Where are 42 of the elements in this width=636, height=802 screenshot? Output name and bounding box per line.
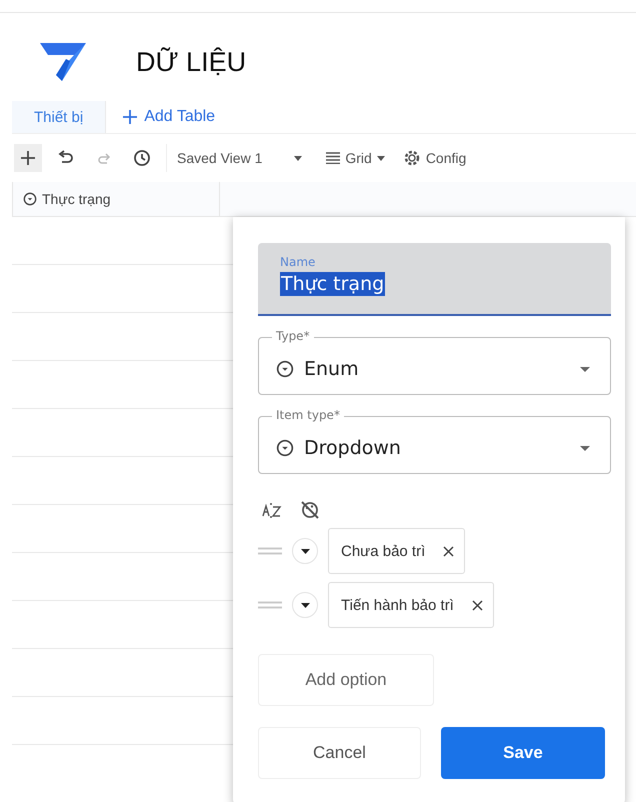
sort-az-icon[interactable] xyxy=(262,501,282,519)
caret-icon xyxy=(580,366,590,372)
drag-handle-icon[interactable] xyxy=(258,601,282,609)
page-title: DỮ LIỆU xyxy=(136,46,246,78)
field-label: Name xyxy=(280,255,316,269)
field-label: Type* xyxy=(272,329,314,343)
dropdown-circle-icon xyxy=(276,360,294,378)
option-chip[interactable]: Tiến hành bảo trì xyxy=(328,582,494,628)
dropdown-circle-icon xyxy=(276,439,294,457)
close-icon xyxy=(443,546,454,556)
history-icon xyxy=(132,148,152,168)
color-picker-button[interactable] xyxy=(292,592,318,618)
gear-icon xyxy=(402,149,421,167)
remove-button[interactable] xyxy=(472,600,483,610)
caret-icon xyxy=(294,156,302,160)
logo-icon xyxy=(40,41,88,83)
caret-icon xyxy=(376,156,385,160)
caret-icon xyxy=(580,446,590,450)
add-icon xyxy=(18,148,38,168)
add-table-button[interactable]: Add Table xyxy=(106,101,232,133)
caret-icon xyxy=(300,602,310,608)
option-chip[interactable]: Chưa bảo trì xyxy=(328,528,466,574)
field-label: Item type* xyxy=(272,408,344,422)
table-tab[interactable]: Thiết bị xyxy=(12,101,106,133)
close-icon xyxy=(472,600,483,610)
color-picker-button[interactable] xyxy=(292,538,318,564)
remove-button[interactable] xyxy=(443,546,454,556)
selected-text: Thực trạng xyxy=(280,272,386,296)
list-icon xyxy=(326,152,340,164)
save-button[interactable]: Save xyxy=(441,727,605,779)
layout-dropdown[interactable]: Grid xyxy=(322,146,389,170)
view-dropdown[interactable]: Saved View 1 xyxy=(166,144,312,172)
config-button[interactable]: Config xyxy=(398,145,470,171)
dropdown-circle-icon xyxy=(23,192,37,206)
caret-icon xyxy=(300,548,310,554)
add-option-button[interactable]: Add option xyxy=(258,654,434,706)
cancel-button[interactable]: Cancel xyxy=(258,727,421,779)
palette-off-icon[interactable] xyxy=(300,500,320,520)
add-button[interactable] xyxy=(14,144,42,172)
name-field[interactable]: Name Thực trạng xyxy=(258,243,611,316)
plus-icon xyxy=(122,109,138,125)
drag-handle-icon[interactable] xyxy=(258,547,282,555)
